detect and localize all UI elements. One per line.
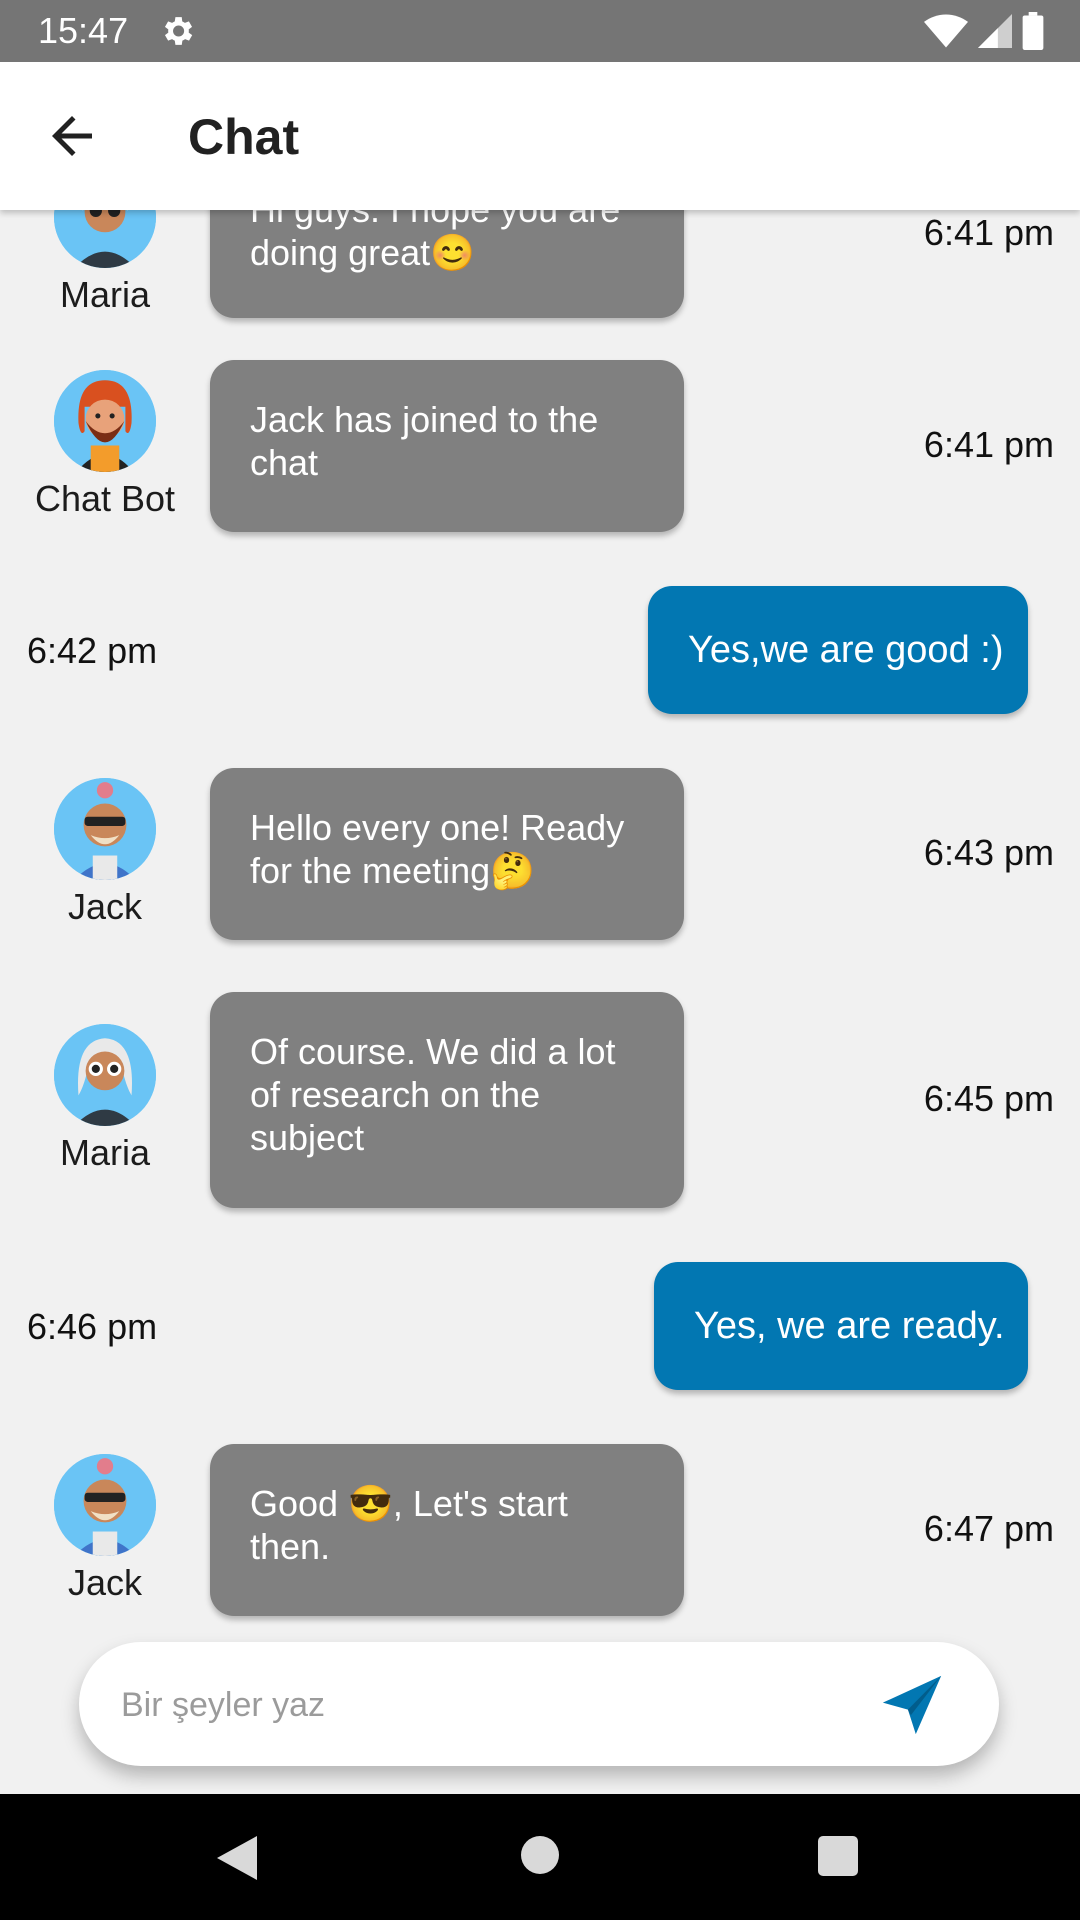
avatar-maria xyxy=(54,1024,156,1126)
message-time: 6:46 pm xyxy=(27,1306,158,1347)
arrow-left-icon[interactable] xyxy=(42,106,102,166)
sender-name: Maria xyxy=(59,274,151,315)
message-bubble[interactable]: Hi guys. I hope you are doing great😊 xyxy=(210,210,684,318)
navigation-bar xyxy=(0,1794,1080,1920)
status-bar: 15:47 xyxy=(0,0,1080,62)
message-bubble[interactable]: Yes, we are ready. xyxy=(654,1262,1028,1390)
nav-back-icon[interactable] xyxy=(216,1836,258,1880)
message-time: 6:42 pm xyxy=(27,630,158,671)
app-bar: Chat xyxy=(0,62,1080,210)
avatar-jack xyxy=(54,778,156,880)
message-bubble[interactable]: Hello every one! Ready for the meeting🤔 xyxy=(210,768,684,940)
status-time: 15:47 xyxy=(38,10,129,51)
nav-recents-icon[interactable] xyxy=(818,1836,858,1876)
message-bubble[interactable]: Jack has joined to the chat xyxy=(210,360,684,532)
message-input[interactable] xyxy=(119,1676,883,1734)
message-time: 6:43 pm xyxy=(923,832,1054,873)
battery-icon xyxy=(1022,12,1044,50)
message-time: 6:41 pm xyxy=(923,212,1054,253)
avatar-maria xyxy=(54,210,156,268)
message-composer xyxy=(79,1642,999,1766)
message-bubble[interactable]: Yes,we are good :) xyxy=(648,586,1028,714)
gear-icon xyxy=(164,17,193,45)
message-bubble[interactable]: Of course. We did a lot of research on t… xyxy=(210,992,684,1208)
sender-name: Jack xyxy=(67,886,143,927)
signal-icon xyxy=(978,14,1012,48)
nav-home-icon[interactable] xyxy=(521,1836,559,1874)
sender-name: Jack xyxy=(67,1562,143,1603)
send-icon[interactable] xyxy=(877,1670,947,1740)
sender-name: Maria xyxy=(59,1132,151,1173)
message-list[interactable]: Maria Hi guys. I hope you are doing grea… xyxy=(0,210,1080,1630)
avatar-chat-bot xyxy=(54,370,156,472)
message-bubble[interactable]: Good 😎, Let's start then. xyxy=(210,1444,684,1616)
message-time: 6:45 pm xyxy=(923,1078,1054,1119)
message-time: 6:47 pm xyxy=(923,1508,1054,1549)
message-time: 6:41 pm xyxy=(923,424,1054,465)
sender-name: Chat Bot xyxy=(34,478,176,519)
page-title: Chat xyxy=(188,109,300,165)
avatar-jack xyxy=(54,1454,156,1556)
wifi-icon xyxy=(924,14,968,48)
